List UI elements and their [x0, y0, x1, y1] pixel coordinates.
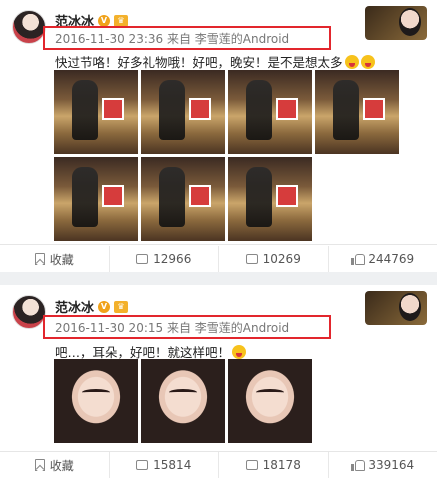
comment-button[interactable]: 18178 — [219, 452, 329, 478]
share-icon — [136, 460, 149, 470]
action-bar: 收藏 15814 18178 339164 — [0, 452, 437, 478]
badge-face-icon — [399, 8, 421, 36]
post-meta: 2016-11-30 20:15 来自 李雪莲的Android — [55, 320, 290, 335]
like-count: 339164 — [368, 458, 415, 472]
favorite-button[interactable]: 收藏 — [0, 246, 110, 272]
like-count: 244769 — [368, 252, 415, 266]
post-meta-highlight: 2016-11-30 20:15 来自 李雪莲的Android — [43, 315, 331, 339]
avatar[interactable] — [12, 295, 46, 329]
smile-emoji-icon — [232, 345, 247, 359]
image-grid — [54, 70, 399, 241]
share-icon — [136, 254, 149, 264]
favorite-icon — [34, 253, 45, 265]
comment-count: 10269 — [262, 252, 301, 266]
comment-icon — [245, 460, 258, 470]
favorite-label: 收藏 — [49, 458, 74, 473]
like-button[interactable]: 339164 — [329, 452, 437, 478]
post-image[interactable] — [54, 359, 138, 443]
tongue-emoji-icon — [344, 55, 359, 69]
divider — [0, 244, 437, 245]
favorite-button[interactable]: 收藏 — [0, 452, 110, 478]
like-icon — [351, 459, 366, 471]
share-button[interactable]: 12966 — [110, 246, 219, 272]
post-image[interactable] — [228, 70, 312, 154]
verified-icon: V — [98, 14, 111, 27]
badge-face-icon — [399, 293, 421, 321]
post-image[interactable] — [228, 359, 312, 443]
post-text-row: 快过节咯！好多礼物哦！好吧，晚安！是不是想太多 — [55, 52, 375, 71]
crown-icon: ♛ — [114, 14, 129, 27]
post-meta-highlight: 2016-11-30 23:36 来自 李雪莲的Android — [43, 26, 331, 50]
favorite-icon — [34, 459, 45, 471]
post-image[interactable] — [141, 70, 225, 154]
post-text: 快过节咯！好多礼物哦！好吧，晚安！是不是想太多 — [55, 55, 343, 70]
tongue-emoji-icon — [360, 55, 375, 69]
image-grid — [54, 359, 312, 443]
post-image[interactable] — [228, 157, 312, 241]
author-row: 范冰冰 V ♛ — [55, 297, 129, 316]
post-image[interactable] — [141, 359, 225, 443]
post-text: 吧…，耳朵，好吧！就这样吧！ — [55, 345, 231, 360]
weibo-post-2: 范冰冰 V ♛ 2016-11-30 20:15 来自 李雪莲的Android … — [0, 285, 437, 480]
profile-card-badge[interactable] — [365, 6, 427, 40]
comment-button[interactable]: 10269 — [219, 246, 329, 272]
verified-icon: V — [98, 300, 111, 313]
share-count: 15814 — [153, 458, 192, 472]
favorite-label: 收藏 — [49, 252, 74, 267]
post-meta: 2016-11-30 23:36 来自 李雪莲的Android — [55, 31, 290, 46]
like-button[interactable]: 244769 — [329, 246, 437, 272]
post-image[interactable] — [315, 70, 399, 154]
crown-icon: ♛ — [114, 300, 129, 313]
avatar[interactable] — [12, 10, 46, 44]
action-bar: 收藏 12966 10269 244769 — [0, 246, 437, 272]
comment-count: 18178 — [262, 458, 301, 472]
author-name[interactable]: 范冰冰 — [55, 297, 94, 316]
profile-card-badge[interactable] — [365, 291, 427, 325]
post-image[interactable] — [54, 157, 138, 241]
weibo-post-1: 范冰冰 V ♛ 2016-11-30 23:36 来自 李雪莲的Android … — [0, 0, 437, 272]
post-image[interactable] — [54, 70, 138, 154]
share-count: 12966 — [153, 252, 192, 266]
post-image[interactable] — [141, 157, 225, 241]
share-button[interactable]: 15814 — [110, 452, 219, 478]
comment-icon — [245, 254, 258, 264]
like-icon — [351, 253, 366, 265]
